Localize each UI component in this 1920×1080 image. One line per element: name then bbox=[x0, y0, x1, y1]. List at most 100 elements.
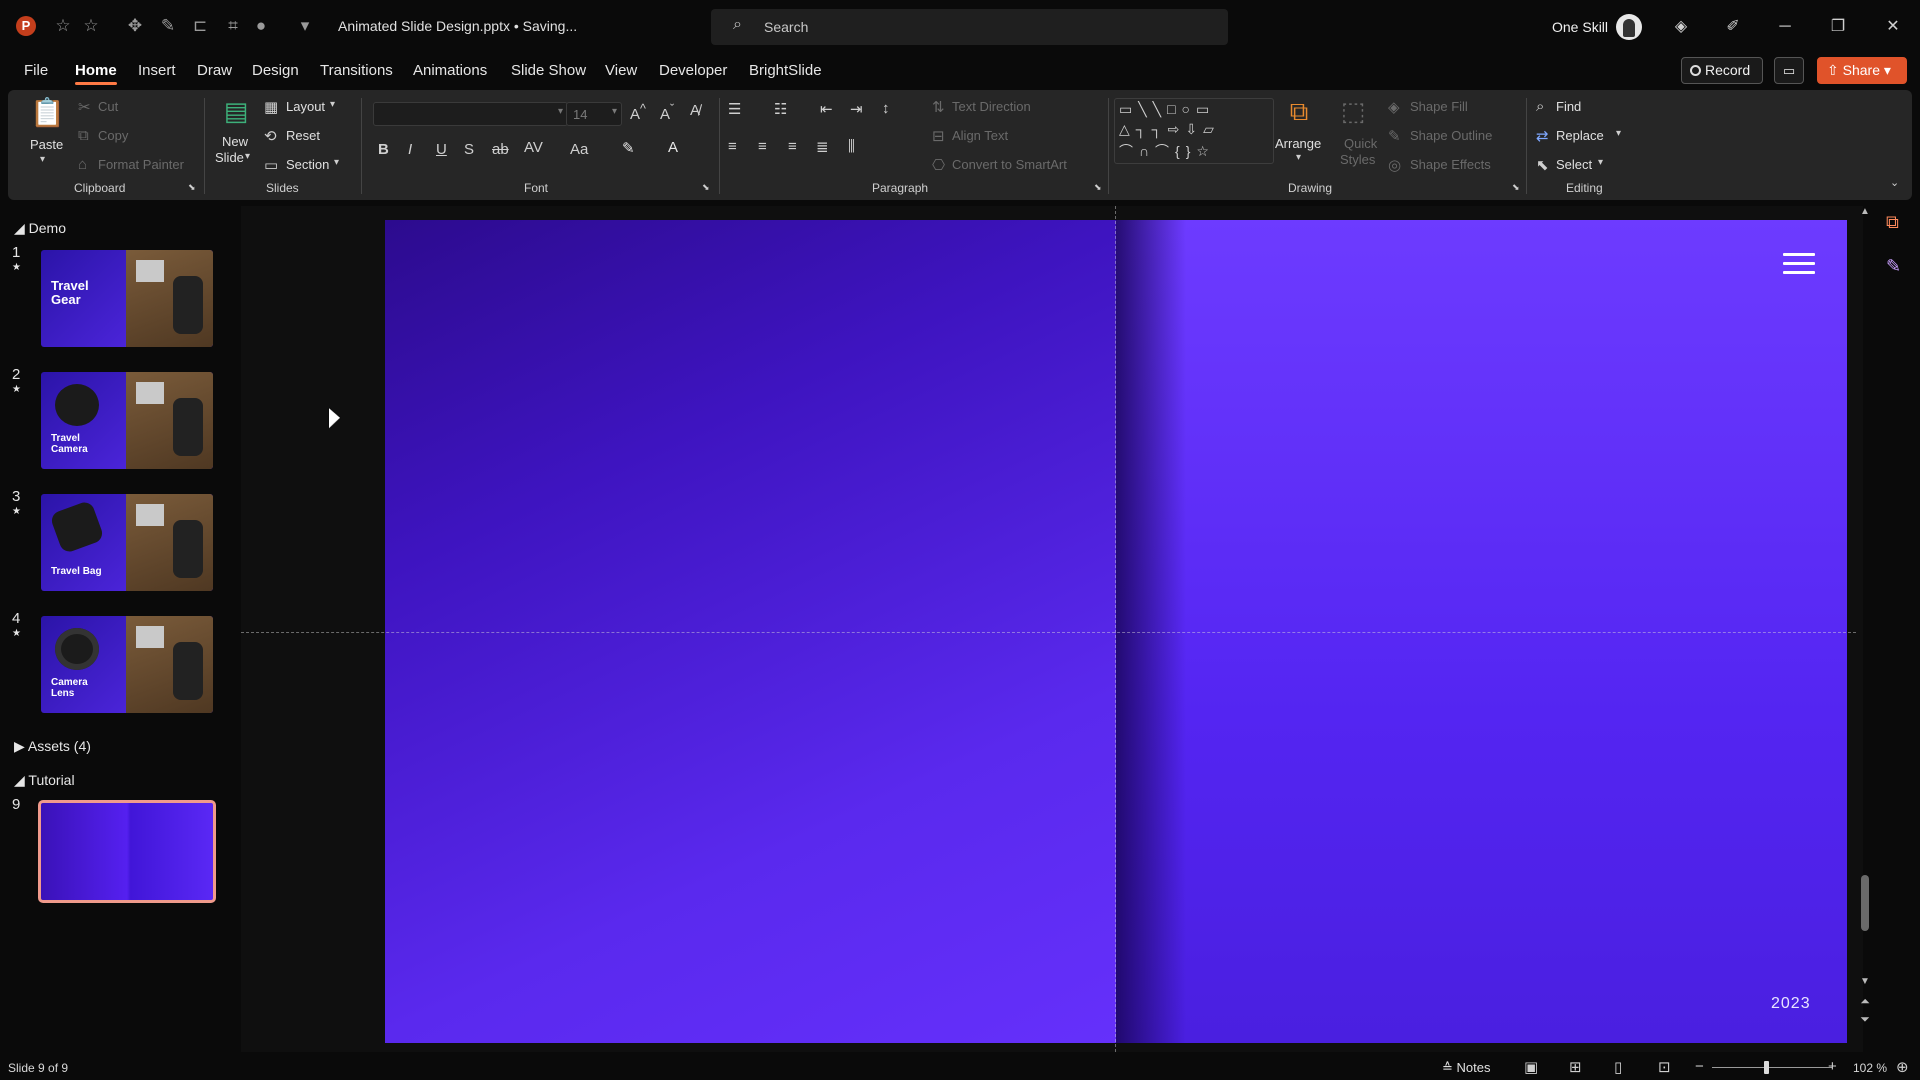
strikethrough-icon[interactable]: ab bbox=[492, 141, 509, 158]
decrease-indent-icon[interactable]: ⇤ bbox=[820, 100, 833, 118]
section-demo[interactable]: ◢ Demo bbox=[14, 220, 66, 237]
scroll-up-icon[interactable]: ▲ bbox=[1858, 206, 1872, 217]
previous-slide-icon[interactable]: ⏶ bbox=[1858, 994, 1872, 1009]
tab-insert[interactable]: Insert bbox=[138, 62, 176, 79]
comments-button[interactable]: ▭ bbox=[1774, 57, 1804, 84]
clear-formatting-icon[interactable]: A̸ bbox=[690, 102, 700, 119]
collapse-icon[interactable]: ◢ bbox=[14, 220, 29, 236]
copy-button[interactable]: Copy bbox=[98, 128, 128, 143]
paste-button[interactable]: Paste bbox=[30, 137, 63, 152]
zoom-out-icon[interactable]: − bbox=[1695, 1058, 1704, 1075]
highlight-icon[interactable]: ✎ bbox=[622, 139, 635, 157]
font-size-input[interactable]: 14 ▾ bbox=[566, 102, 622, 126]
paste-icon[interactable]: 📋 bbox=[30, 96, 65, 130]
font-size-dropdown-icon[interactable]: ▾ bbox=[612, 106, 617, 117]
format-painter-button[interactable]: Format Painter bbox=[98, 157, 184, 172]
avatar[interactable] bbox=[1616, 14, 1642, 40]
zoom-slider[interactable] bbox=[1712, 1067, 1832, 1068]
reading-view-icon[interactable]: ▯ bbox=[1614, 1058, 1622, 1076]
bold-icon[interactable]: B bbox=[378, 141, 389, 158]
change-case-icon[interactable]: Aa bbox=[570, 141, 588, 158]
slide-thumbnail-3[interactable]: Travel Bag bbox=[41, 494, 213, 591]
pen-icon[interactable]: ✐ bbox=[1718, 14, 1748, 40]
fit-to-window-icon[interactable]: ⊕ bbox=[1896, 1058, 1909, 1076]
tab-view[interactable]: View bbox=[605, 62, 637, 79]
reset-button[interactable]: Reset bbox=[286, 128, 320, 143]
decrease-font-icon[interactable]: Aˇ bbox=[660, 102, 674, 123]
increase-indent-icon[interactable]: ⇥ bbox=[850, 100, 863, 118]
layout-button[interactable]: Layout bbox=[286, 99, 325, 114]
share-button[interactable]: ⇧ Share ▾ bbox=[1817, 57, 1907, 84]
shape-effects-button[interactable]: Shape Effects bbox=[1410, 157, 1491, 172]
tab-draw[interactable]: Draw bbox=[197, 62, 232, 79]
numbering-icon[interactable]: ☷ bbox=[774, 100, 787, 118]
designer-icon[interactable]: ⧉ bbox=[1886, 212, 1899, 233]
align-right-icon[interactable]: ≡ bbox=[788, 138, 797, 155]
font-color-icon[interactable]: A bbox=[668, 139, 678, 156]
columns-icon[interactable]: ⫼ bbox=[848, 138, 855, 155]
select-dropdown-icon[interactable]: ▾ bbox=[1598, 157, 1603, 168]
slideshow-view-icon[interactable]: ⊡ bbox=[1658, 1058, 1671, 1076]
record-button[interactable]: Record bbox=[1681, 57, 1763, 84]
tab-animations[interactable]: Animations bbox=[413, 62, 487, 79]
line-spacing-icon[interactable]: ↕ bbox=[882, 100, 890, 117]
horizontal-guide[interactable] bbox=[241, 632, 1856, 633]
shape-fill-button[interactable]: Shape Fill bbox=[1410, 99, 1468, 114]
shapes-row-2[interactable]: △┐┐⇨⇩▱ bbox=[1119, 121, 1220, 138]
bullets-icon[interactable]: ☰ bbox=[728, 100, 741, 118]
menu-icon[interactable] bbox=[1783, 253, 1815, 275]
increase-font-icon[interactable]: A^ bbox=[630, 102, 646, 123]
section-tutorial[interactable]: ◢ Tutorial bbox=[14, 772, 75, 789]
close-icon[interactable]: ✕ bbox=[1878, 14, 1908, 40]
minimize-icon[interactable]: ─ bbox=[1770, 14, 1800, 40]
tab-developer[interactable]: Developer bbox=[659, 62, 727, 79]
clipboard-launcher-icon[interactable]: ⬊ bbox=[188, 182, 196, 193]
convert-smartart-button[interactable]: Convert to SmartArt bbox=[952, 157, 1067, 172]
star-icon[interactable]: ☆ bbox=[52, 15, 74, 37]
new-slide-label-1[interactable]: New bbox=[222, 134, 248, 149]
section-button[interactable]: Section bbox=[286, 157, 329, 172]
vertical-scrollbar-thumb[interactable] bbox=[1861, 875, 1869, 931]
search-box[interactable]: ⌕ Search bbox=[711, 9, 1228, 45]
copilot-icon[interactable]: ✎ bbox=[1886, 256, 1901, 277]
tab-slide-show[interactable]: Slide Show bbox=[511, 62, 586, 79]
align-left-icon[interactable]: ≡ bbox=[728, 138, 737, 155]
tab-home[interactable]: Home bbox=[75, 62, 117, 85]
paragraph-launcher-icon[interactable]: ⬊ bbox=[1094, 182, 1102, 193]
drawing-launcher-icon[interactable]: ⬊ bbox=[1512, 182, 1520, 193]
shape-icon[interactable]: ● bbox=[250, 15, 272, 37]
customize-qat-icon[interactable]: ▾ bbox=[294, 15, 316, 37]
font-launcher-icon[interactable]: ⬊ bbox=[702, 182, 710, 193]
select-button[interactable]: Select bbox=[1556, 157, 1592, 172]
text-direction-button[interactable]: Text Direction bbox=[952, 99, 1031, 114]
layout-dropdown-icon[interactable]: ▾ bbox=[330, 99, 335, 110]
target-icon[interactable]: ✥ bbox=[124, 15, 146, 37]
new-slide-label-2[interactable]: Slide bbox=[215, 150, 244, 165]
tab-design[interactable]: Design bbox=[252, 62, 299, 79]
section-assets[interactable]: ▶ Assets (4) bbox=[14, 738, 91, 755]
new-slide-dropdown-icon[interactable]: ▾ bbox=[245, 151, 250, 162]
arrange-dropdown-icon[interactable]: ▾ bbox=[1296, 152, 1301, 163]
shapes-gallery[interactable]: ▭╲╲□○▭ △┐┐⇨⇩▱ ⌒∩⌒{}☆ bbox=[1114, 98, 1274, 164]
pen-tool-icon[interactable]: ✎ bbox=[157, 15, 179, 37]
zoom-slider-thumb[interactable] bbox=[1764, 1061, 1769, 1074]
shapes-row-1[interactable]: ▭╲╲□○▭ bbox=[1119, 101, 1215, 118]
quick-styles-icon[interactable]: ⬚ bbox=[1336, 96, 1370, 127]
align-text-button[interactable]: Align Text bbox=[952, 128, 1008, 143]
slide-thumbnail-4[interactable]: Camera Lens bbox=[41, 616, 213, 713]
new-slide-icon[interactable]: ▤ bbox=[218, 96, 254, 130]
replace-dropdown-icon[interactable]: ▾ bbox=[1616, 128, 1621, 139]
next-slide-icon[interactable]: ⏷ bbox=[1858, 1012, 1872, 1027]
tab-file[interactable]: File bbox=[24, 62, 48, 79]
zoom-in-icon[interactable]: + bbox=[1828, 1058, 1837, 1075]
user-name[interactable]: One Skill bbox=[1552, 19, 1608, 35]
align-center-icon[interactable]: ≡ bbox=[758, 138, 767, 155]
quick-styles-label-2[interactable]: Styles bbox=[1340, 152, 1375, 167]
year-text[interactable]: 2023 bbox=[1771, 995, 1811, 1013]
justify-icon[interactable]: ≣ bbox=[816, 138, 829, 156]
collapse-icon[interactable]: ◢ bbox=[14, 772, 28, 788]
find-button[interactable]: Find bbox=[1556, 99, 1581, 114]
collapse-ribbon-icon[interactable]: ⌄ bbox=[1890, 176, 1899, 189]
document-title[interactable]: Animated Slide Design.pptx • Saving... bbox=[338, 18, 577, 34]
arrange-icon[interactable]: ⧉ bbox=[1282, 96, 1316, 128]
